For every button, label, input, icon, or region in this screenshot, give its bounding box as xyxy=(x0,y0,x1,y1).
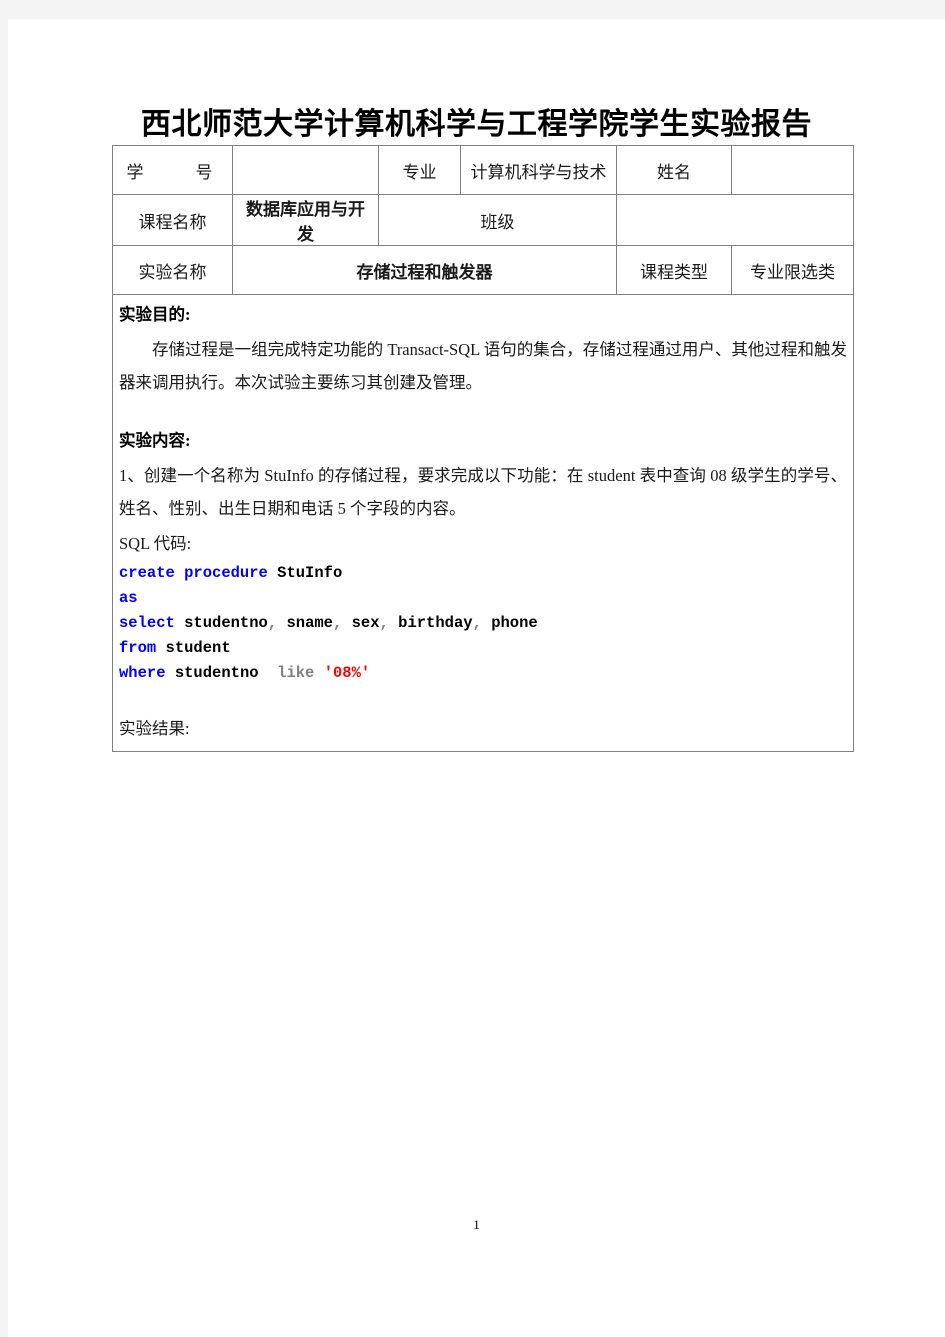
page-title: 西北师范大学计算机科学与工程学院学生实验报告 xyxy=(141,108,812,141)
sql-code-line-3: select studentno, sname, sex, birthday, … xyxy=(119,611,847,636)
table-row-course: 课程名称 数据库应用与开发 班级 xyxy=(112,194,854,246)
sql-operator-like: like xyxy=(277,664,315,683)
section-heading-purpose: 实验目的: xyxy=(119,305,191,324)
sql-keyword-as: as xyxy=(119,589,138,608)
value-course-type[interactable]: 专业限选类 xyxy=(731,245,854,295)
table-row-student: 学 号 专业 计算机科学与技术 姓名 xyxy=(112,145,854,195)
document-page: 西北师范大学计算机科学与工程学院学生实验报告 学 号 专业 计算机科学与技术 姓… xyxy=(8,19,945,1337)
sql-comma-3: , xyxy=(379,614,389,633)
value-course-name[interactable]: 数据库应用与开发 xyxy=(232,194,379,246)
sql-code-line-5: where studentno like '08%' xyxy=(119,661,847,686)
value-student-id[interactable] xyxy=(232,145,379,195)
value-name[interactable] xyxy=(731,145,854,195)
sql-code-line-4: from student xyxy=(119,636,847,661)
table-row-body: 实验目的: 存储过程是一组完成特定功能的 Transact-SQL 语句的集合，… xyxy=(112,294,854,752)
label-experiment-name: 实验名称 xyxy=(112,245,233,295)
sql-procedure-name: StuInfo xyxy=(277,564,343,583)
sql-comma-1: , xyxy=(267,614,278,633)
sql-comma-2: , xyxy=(332,614,343,633)
sql-keyword-from: from xyxy=(119,639,157,658)
label-class: 班级 xyxy=(378,194,617,246)
sql-keyword-where: where xyxy=(119,664,166,683)
table-row-experiment: 实验名称 存储过程和触发器 课程类型 专业限选类 xyxy=(112,245,854,295)
sql-code-line-2: as xyxy=(119,586,847,611)
sql-keyword-procedure: procedure xyxy=(184,564,268,583)
page-number: 1 xyxy=(473,1217,480,1232)
viewer-top-band xyxy=(0,0,945,19)
content-item-1: 1、创建一个名称为 StuInfo 的存储过程，要求完成以下功能：在 stude… xyxy=(119,466,847,519)
sql-comma-4: , xyxy=(472,614,482,633)
sql-column-sname: sname xyxy=(286,614,333,633)
report-body-cell: 实验目的: 存储过程是一组完成特定功能的 Transact-SQL 语句的集合，… xyxy=(112,294,854,752)
value-class[interactable] xyxy=(616,194,854,246)
sql-column-birthday: birthday xyxy=(398,614,473,633)
sql-keyword-create: create xyxy=(119,564,175,583)
sql-column-phone: phone xyxy=(491,614,538,633)
value-experiment-name[interactable]: 存储过程和触发器 xyxy=(232,245,617,295)
sql-code-label: SQL 代码: xyxy=(119,534,192,554)
purpose-paragraph: 存储过程是一组完成特定功能的 Transact-SQL 语句的集合，存储过程通过… xyxy=(119,340,847,393)
sql-keyword-select: select xyxy=(119,614,175,633)
label-course-name: 课程名称 xyxy=(112,194,233,246)
label-course-type: 课程类型 xyxy=(616,245,732,295)
label-student-id: 学 号 xyxy=(112,145,233,195)
sql-where-column: studentno xyxy=(174,664,259,683)
value-major[interactable]: 计算机科学与技术 xyxy=(460,145,617,195)
sql-table-student: student xyxy=(165,639,231,658)
lab-report-info-table: 学 号 专业 计算机科学与技术 姓名 课程名称 数据库应用与开发 班级 实验名称… xyxy=(112,145,854,752)
sql-column-studentno: studentno xyxy=(184,614,268,633)
sql-code-line-1: create procedure StuInfo xyxy=(119,561,847,586)
sql-code-block: create procedure StuInfo as select student… xyxy=(119,561,847,687)
label-major: 专业 xyxy=(378,145,461,195)
sql-string-literal: '08%' xyxy=(323,664,371,683)
sql-column-sex: sex xyxy=(351,614,380,633)
result-label: 实验结果: xyxy=(119,718,190,738)
viewer-left-band xyxy=(0,19,8,1337)
section-heading-content: 实验内容: xyxy=(119,431,191,451)
label-name: 姓名 xyxy=(616,145,732,195)
